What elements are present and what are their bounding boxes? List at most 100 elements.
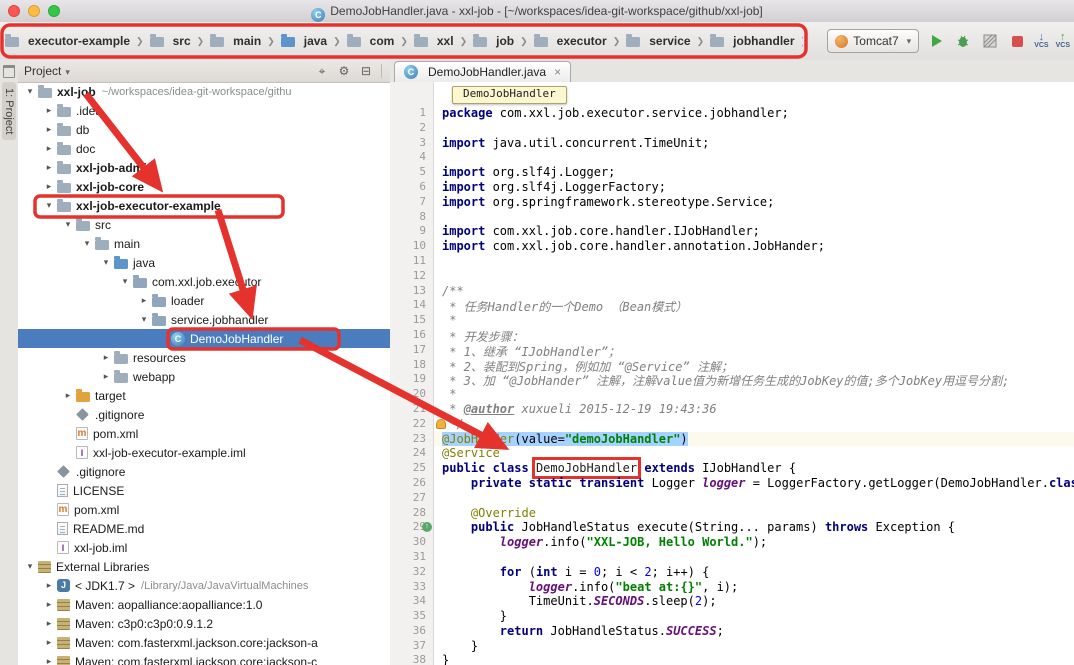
tree-item-main[interactable]: ▾main xyxy=(18,234,390,253)
breadcrumb-item-src[interactable]: src xyxy=(148,32,193,50)
close-tab-icon[interactable]: × xyxy=(554,65,561,79)
tool-window-icon[interactable] xyxy=(3,65,15,78)
code-line-28[interactable]: 28 @Override xyxy=(390,506,1074,521)
override-marker-icon[interactable]: ↑ xyxy=(422,522,432,532)
breadcrumb-item-java[interactable]: java xyxy=(279,32,329,50)
tree-item-webapp[interactable]: ▸webapp xyxy=(18,367,390,386)
breadcrumb-item-com[interactable]: com xyxy=(345,32,397,50)
code-line-15[interactable]: 15 * xyxy=(390,313,1074,328)
code-line-23[interactable]: 23@JobHander(value="demoJobHandler") xyxy=(390,432,1074,447)
chevron-right-icon[interactable]: ▸ xyxy=(43,143,55,154)
code-line-2[interactable]: 2 xyxy=(390,121,1074,136)
code-line-33[interactable]: 33 logger.info("beat at:{}", i); xyxy=(390,580,1074,595)
tree-item-jdk1-7[interactable]: ▸J< JDK1.7 >/Library/Java/JavaVirtualMac… xyxy=(18,576,390,595)
code-line-26[interactable]: 26 private static transient Logger logge… xyxy=(390,476,1074,491)
vcs-update-button[interactable]: ↓ VCS xyxy=(1034,32,1048,50)
editor-tab-demojobhandler[interactable]: C DemoJobHandler.java × xyxy=(394,61,571,82)
tree-item-xxl-job-iml[interactable]: Ixxl-job.iml xyxy=(18,538,390,557)
tree-item-xxl-job-executor-example[interactable]: ▾xxl-job-executor-example xyxy=(18,196,390,215)
tree-item-maven-c3p0-c3p0-0-9-1-2[interactable]: ▸Maven: c3p0:c3p0:0.9.1.2 xyxy=(18,614,390,633)
code-line-16[interactable]: 16 * 开发步骤： xyxy=(390,328,1074,343)
chevron-right-icon[interactable]: ▸ xyxy=(43,618,55,629)
collapse-all-icon[interactable] xyxy=(357,64,375,78)
tree-item-service-jobhandler[interactable]: ▾service.jobhandler xyxy=(18,310,390,329)
tree-item-xxl-job-admin[interactable]: ▸xxl-job-admin xyxy=(18,158,390,177)
code-line-34[interactable]: 34 TimeUnit.SECONDS.sleep(2); xyxy=(390,594,1074,609)
intention-bulb-icon[interactable] xyxy=(436,419,446,429)
breadcrumb-item-executor[interactable]: executor xyxy=(532,32,609,50)
tree-item-com-xxl-job-executor[interactable]: ▾com.xxl.job.executor xyxy=(18,272,390,291)
code-line-30[interactable]: 30 logger.info("XXL-JOB, Hello World."); xyxy=(390,535,1074,550)
code-line-4[interactable]: 4 xyxy=(390,150,1074,165)
tree-item-xxl-job-executor-example-iml[interactable]: Ixxl-job-executor-example.iml xyxy=(18,443,390,462)
chevron-right-icon[interactable]: ▸ xyxy=(43,580,55,591)
code-line-27[interactable]: 27 xyxy=(390,491,1074,506)
tree-item-maven-com-fasterxml-jackson-core-jackson-a[interactable]: ▸Maven: com.fasterxml.jackson.core:jacks… xyxy=(18,633,390,652)
code-line-18[interactable]: 18 * 2、装配到Spring，例如加 “@Service” 注解； xyxy=(390,358,1074,373)
tree-item-java[interactable]: ▾java xyxy=(18,253,390,272)
code-line-5[interactable]: 5import org.slf4j.Logger; xyxy=(390,165,1074,180)
breadcrumb-item-jobhandler[interactable]: jobhandler xyxy=(708,32,796,50)
code-line-6[interactable]: 6import org.slf4j.LoggerFactory; xyxy=(390,180,1074,195)
code-line-29[interactable]: 29↑ public JobHandleStatus execute(Strin… xyxy=(390,520,1074,535)
chevron-right-icon[interactable]: ▸ xyxy=(43,181,55,192)
chevron-right-icon[interactable]: ▸ xyxy=(43,637,55,648)
run-configuration-select[interactable]: Tomcat7 xyxy=(827,29,919,53)
scroll-from-source-icon[interactable] xyxy=(313,64,331,79)
project-tool-window-button[interactable]: 1: Project xyxy=(2,82,16,140)
code-line-8[interactable]: 8 xyxy=(390,210,1074,225)
code-line-9[interactable]: 9import com.xxl.job.core.handler.IJobHan… xyxy=(390,224,1074,239)
breadcrumb-item-xxl[interactable]: xxl xyxy=(412,32,456,50)
chevron-right-icon[interactable]: ▸ xyxy=(43,599,55,610)
debug-button[interactable] xyxy=(953,31,973,51)
chevron-down-icon[interactable]: ▾ xyxy=(24,86,36,97)
code-line-38[interactable]: 38} xyxy=(390,653,1074,665)
tree-item-idea[interactable]: ▸.idea xyxy=(18,101,390,120)
tree-item-demojobhandler[interactable]: CDemoJobHandler xyxy=(18,329,390,348)
settings-gear-icon[interactable] xyxy=(335,64,353,78)
chevron-down-icon[interactable]: ▾ xyxy=(43,200,55,211)
code-line-19[interactable]: 19 * 3、加 “@JobHander” 注解，注解value值为新增任务生成… xyxy=(390,372,1074,387)
code-line-20[interactable]: 20 * xyxy=(390,387,1074,402)
tree-item-maven-com-fasterxml-jackson-core-jackson-c[interactable]: ▸Maven: com.fasterxml.jackson.core:jacks… xyxy=(18,652,390,665)
code-line-14[interactable]: 14 * 任务Handler的一个Demo （Bean模式） xyxy=(390,298,1074,313)
tree-item-gitignore[interactable]: .gitignore xyxy=(18,462,390,481)
coverage-button[interactable] xyxy=(980,31,1000,51)
project-view-select[interactable]: Project xyxy=(24,64,70,78)
chevron-right-icon[interactable]: ▸ xyxy=(43,124,55,135)
code-line-36[interactable]: 36 return JobHandleStatus.SUCCESS; xyxy=(390,624,1074,639)
breadcrumb-item-job[interactable]: job xyxy=(471,32,516,50)
tree-item-xxl-job-core[interactable]: ▸xxl-job-core xyxy=(18,177,390,196)
code-line-35[interactable]: 35 } xyxy=(390,609,1074,624)
tree-item-pom-xml[interactable]: mpom.xml xyxy=(18,500,390,519)
tree-item-gitignore[interactable]: .gitignore xyxy=(18,405,390,424)
chevron-down-icon[interactable]: ▾ xyxy=(62,219,74,230)
chevron-right-icon[interactable]: ▸ xyxy=(43,162,55,173)
tree-item-doc[interactable]: ▸doc xyxy=(18,139,390,158)
run-button[interactable] xyxy=(926,31,946,51)
code-line-25[interactable]: 25public class DemoJobHandler extends IJ… xyxy=(390,461,1074,476)
chevron-right-icon[interactable]: ▸ xyxy=(43,105,55,116)
tree-item-resources[interactable]: ▸resources xyxy=(18,348,390,367)
code-area[interactable]: 1package com.xxl.job.executor.service.jo… xyxy=(390,82,1074,665)
code-line-32[interactable]: 32 for (int i = 0; i < 2; i++) { xyxy=(390,565,1074,580)
chevron-down-icon[interactable]: ▾ xyxy=(119,276,131,287)
code-line-24[interactable]: 24@Service xyxy=(390,446,1074,461)
code-line-11[interactable]: 11 xyxy=(390,254,1074,269)
chevron-down-icon[interactable]: ▾ xyxy=(81,238,93,249)
breadcrumb-item-main[interactable]: main xyxy=(208,32,263,50)
tree-item-maven-aopalliance-aopalliance-1-0[interactable]: ▸Maven: aopalliance:aopalliance:1.0 xyxy=(18,595,390,614)
code-line-17[interactable]: 17 * 1、继承 “IJobHandler”； xyxy=(390,343,1074,358)
code-line-1[interactable]: 1package com.xxl.job.executor.service.jo… xyxy=(390,106,1074,121)
tree-item-db[interactable]: ▸db xyxy=(18,120,390,139)
tree-item-src[interactable]: ▾src xyxy=(18,215,390,234)
code-line-22[interactable]: 22 */ xyxy=(390,417,1074,432)
chevron-right-icon[interactable]: ▸ xyxy=(100,352,112,363)
chevron-down-icon[interactable]: ▾ xyxy=(138,314,150,325)
tree-item-pom-xml[interactable]: mpom.xml xyxy=(18,424,390,443)
chevron-right-icon[interactable]: ▸ xyxy=(138,295,150,306)
chevron-right-icon[interactable]: ▸ xyxy=(100,371,112,382)
breadcrumb-item-executor-example[interactable]: executor-example xyxy=(3,32,132,50)
code-line-13[interactable]: 13/** xyxy=(390,284,1074,299)
code-line-10[interactable]: 10import com.xxl.job.core.handler.annota… xyxy=(390,239,1074,254)
